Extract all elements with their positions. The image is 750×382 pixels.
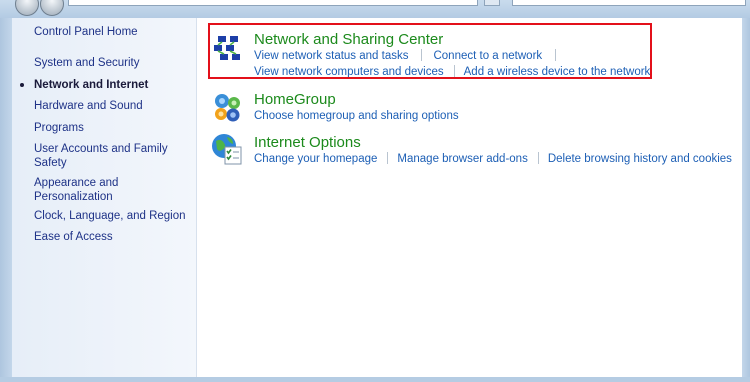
link-separator: [387, 152, 389, 164]
delete-browsing-history-link[interactable]: Delete browsing history and cookies: [548, 153, 732, 165]
address-bar[interactable]: [68, 0, 478, 6]
current-item-bullet: [20, 83, 24, 87]
link-separator: [421, 49, 423, 61]
sidebar-item-label: Network and Internet: [34, 79, 149, 91]
back-button[interactable]: [15, 0, 39, 16]
link-separator: [537, 152, 539, 164]
sidebar-item-hardware-sound[interactable]: Hardware and Sound: [34, 99, 189, 113]
sidebar-item-ease-of-access[interactable]: Ease of Access: [34, 230, 189, 244]
view-network-computers-link[interactable]: View network computers and devices: [254, 66, 444, 78]
change-homepage-link[interactable]: Change your homepage: [254, 153, 377, 165]
sidebar-item-user-accounts[interactable]: User Accounts and Family Safety: [34, 142, 174, 170]
homegroup-icon: [215, 94, 240, 122]
window-right-frame: [742, 18, 750, 378]
sidebar-item-appearance[interactable]: Appearance and Personalization: [34, 176, 154, 204]
sidebar-item-clock-language[interactable]: Clock, Language, and Region: [34, 209, 189, 223]
network-links-row-2: View network computers and devices Add a …: [254, 65, 650, 79]
window-left-frame: [0, 18, 12, 378]
sidebar-item-system-security[interactable]: System and Security: [34, 56, 189, 70]
control-panel-home-link[interactable]: Control Panel Home: [34, 25, 189, 39]
network-sharing-center-link[interactable]: Network and Sharing Center: [254, 31, 443, 49]
connect-to-network-link[interactable]: Connect to a network: [433, 50, 542, 62]
network-icon: [213, 34, 243, 60]
internet-options-link[interactable]: Internet Options: [254, 134, 361, 152]
manage-browser-addons-link[interactable]: Manage browser add-ons: [397, 153, 527, 165]
sidebar: Control Panel Home System and Security N…: [12, 18, 197, 377]
network-links-row-1: View network status and tasks Connect to …: [254, 49, 567, 63]
window-bottom-frame: [0, 377, 750, 382]
internet-options-links-row: Change your homepage Manage browser add-o…: [254, 152, 732, 166]
search-input[interactable]: [512, 0, 746, 6]
view-network-status-link[interactable]: View network status and tasks: [254, 50, 408, 62]
add-wireless-device-link[interactable]: Add a wireless device to the network: [464, 66, 651, 78]
sidebar-item-network-internet[interactable]: Network and Internet: [20, 78, 189, 92]
sidebar-item-programs[interactable]: Programs: [34, 121, 189, 135]
link-separator: [555, 49, 557, 61]
homegroup-links-row: Choose homegroup and sharing options: [254, 109, 459, 123]
homegroup-sharing-options-link[interactable]: Choose homegroup and sharing options: [254, 110, 459, 122]
homegroup-link[interactable]: HomeGroup: [254, 91, 336, 109]
window-top-frame: [0, 0, 750, 18]
refresh-button[interactable]: [484, 0, 500, 6]
main-content: Network and Sharing Center View network …: [197, 18, 742, 377]
internet-options-icon: [212, 134, 242, 165]
forward-button[interactable]: [40, 0, 64, 16]
link-separator: [453, 65, 455, 77]
